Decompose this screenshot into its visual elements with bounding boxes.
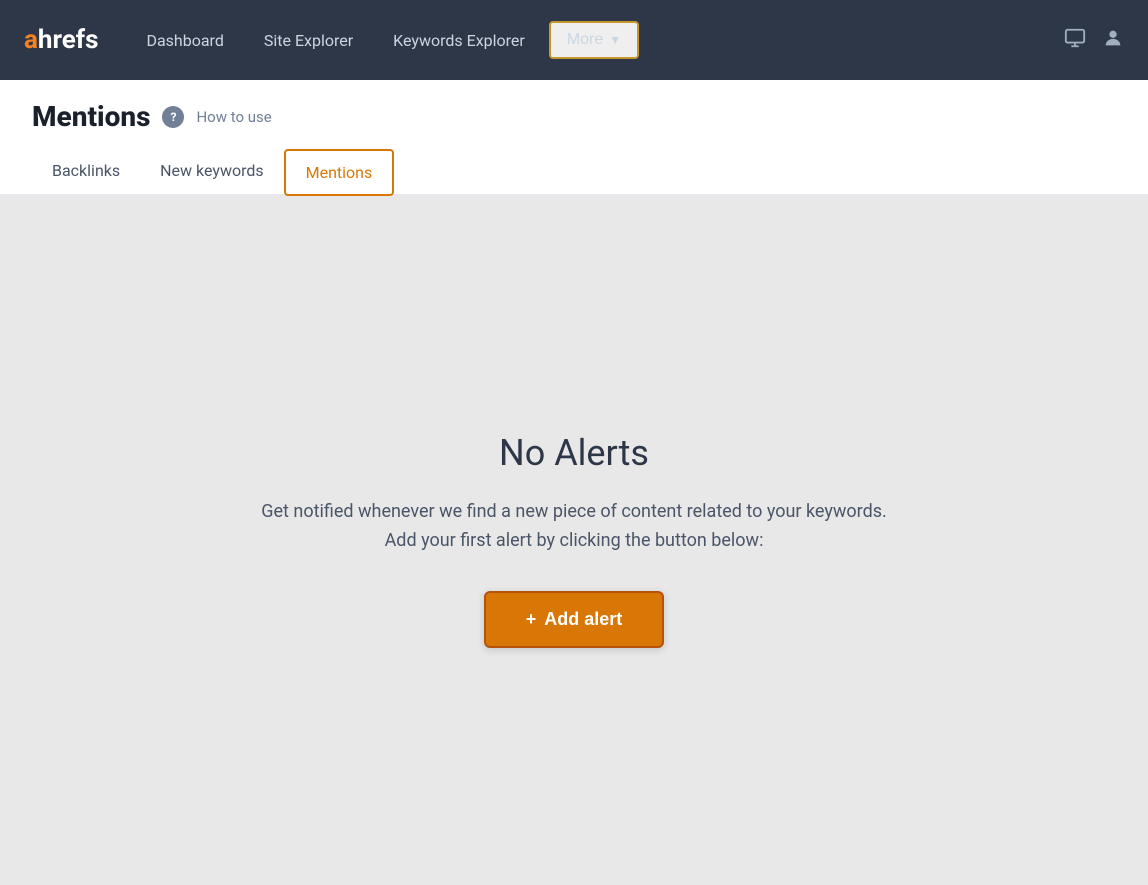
logo-text: ahrefs (24, 25, 98, 55)
page-title-row: Mentions ? How to use (32, 100, 1116, 133)
nav-links: Dashboard Site Explorer Keywords Explore… (130, 21, 1056, 59)
user-icon[interactable] (1102, 27, 1124, 54)
add-alert-button[interactable]: + Add alert (484, 591, 665, 648)
logo-a-letter: a (24, 25, 38, 55)
nav-more-button[interactable]: More ▼ (549, 21, 639, 59)
main-content: No Alerts Get notified whenever we find … (0, 195, 1148, 885)
help-icon[interactable]: ? (162, 106, 184, 128)
nav-dashboard[interactable]: Dashboard (130, 23, 239, 58)
add-alert-prefix: + (526, 609, 537, 630)
monitor-icon[interactable] (1064, 27, 1086, 54)
empty-desc-line2: Add your first alert by clicking the but… (385, 530, 764, 551)
page-header: Mentions ? How to use Backlinks New keyw… (0, 80, 1148, 195)
tab-new-keywords[interactable]: New keywords (140, 149, 284, 195)
empty-state-title: No Alerts (261, 432, 887, 474)
how-to-use-link[interactable]: How to use (196, 108, 271, 126)
logo-rest: hrefs (38, 25, 99, 55)
nav-site-explorer[interactable]: Site Explorer (248, 23, 369, 58)
nav-right (1064, 27, 1124, 54)
empty-state-description: Get notified whenever we find a new piec… (261, 498, 887, 556)
empty-state: No Alerts Get notified whenever we find … (221, 392, 927, 689)
page-title: Mentions (32, 100, 150, 133)
tab-mentions[interactable]: Mentions (284, 149, 395, 196)
empty-desc-line1: Get notified whenever we find a new piec… (261, 501, 887, 522)
nav-more-label: More (567, 31, 603, 49)
tabs-container: Backlinks New keywords Mentions (32, 149, 1116, 194)
nav-keywords-explorer[interactable]: Keywords Explorer (377, 23, 541, 58)
navbar: ahrefs Dashboard Site Explorer Keywords … (0, 0, 1148, 80)
logo[interactable]: ahrefs (24, 25, 98, 55)
chevron-down-icon: ▼ (609, 33, 621, 47)
add-alert-label: Add alert (544, 609, 622, 630)
tab-backlinks[interactable]: Backlinks (32, 149, 140, 195)
